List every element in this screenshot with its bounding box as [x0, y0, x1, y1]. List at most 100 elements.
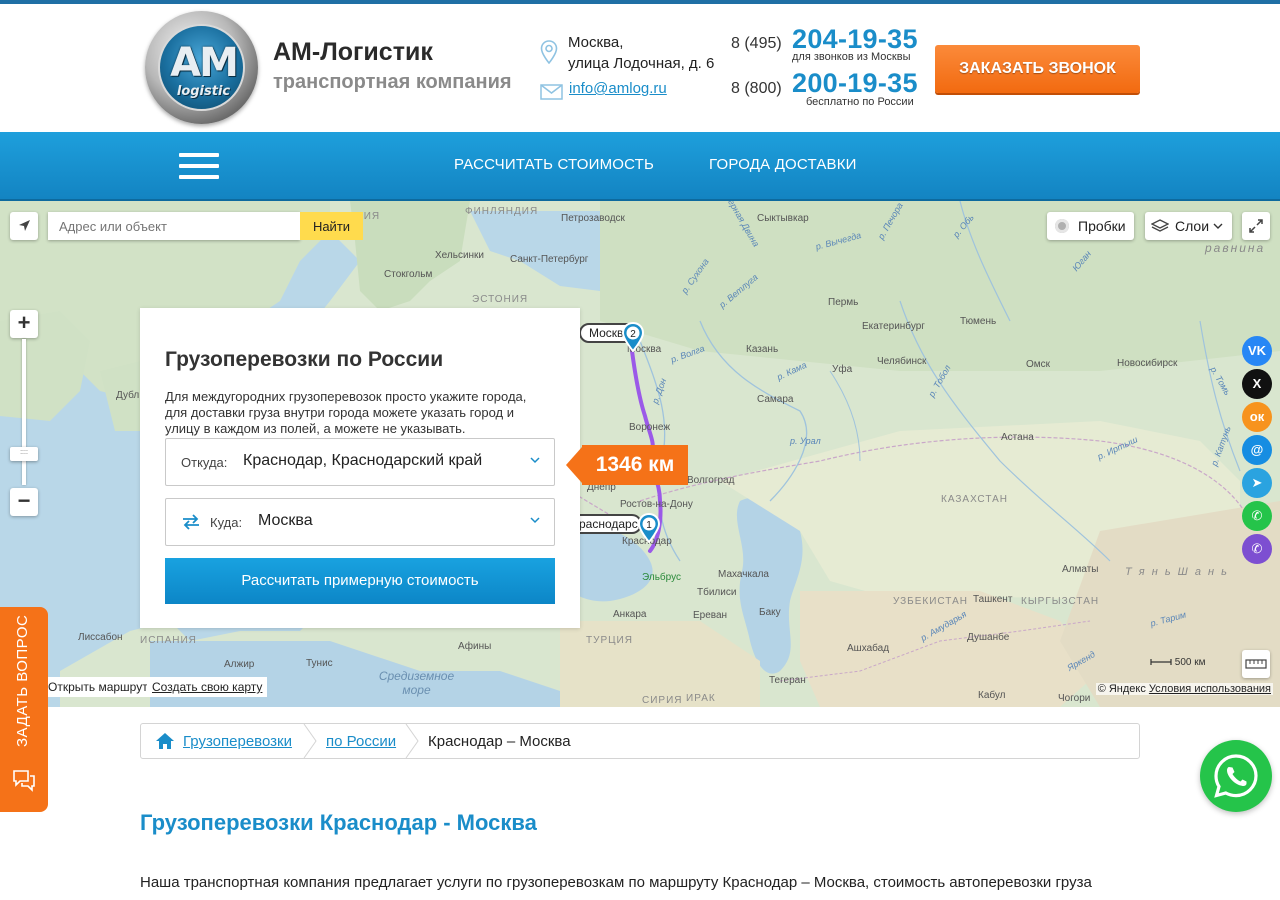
map-label: Ереван	[693, 610, 728, 621]
fullscreen-button[interactable]	[1242, 212, 1270, 240]
swap-icon[interactable]	[180, 512, 202, 532]
chat-bubbles-icon	[13, 770, 35, 792]
map-label: КАЗАХСТАН	[941, 494, 1008, 505]
layers-button[interactable]: Слои	[1145, 212, 1232, 240]
ruler-icon	[1245, 659, 1267, 669]
map-label: Екатеринбург	[862, 321, 925, 332]
nav-calculate-cost[interactable]: РАССЧИТАТЬ СТОИМОСТЬ	[454, 156, 654, 173]
map-label: Челябинск	[877, 356, 927, 367]
traffic-icon	[1055, 219, 1069, 233]
to-field[interactable]: Куда: Москва	[165, 498, 555, 546]
map-label: Петрозаводск	[561, 213, 625, 224]
geolocation-button[interactable]	[10, 212, 38, 240]
route-panel-title: Грузоперевозки по России	[165, 348, 444, 371]
map-label: Ташкент	[973, 594, 1013, 605]
phone2-note: бесплатно по России	[806, 96, 914, 108]
map-label: Алжир	[224, 659, 255, 670]
breadcrumb-item[interactable]: Грузоперевозки	[183, 733, 292, 750]
map-label: ИРАК	[686, 693, 716, 704]
phone1-note: для звонков из Москвы	[792, 51, 911, 63]
address: Москва, улица Лодочная, д. 6	[568, 32, 714, 74]
map-label: Тегеран	[769, 675, 806, 686]
from-field[interactable]: Откуда: Краснодар, Краснодарский край	[165, 438, 555, 486]
zoom-out-button[interactable]: −	[10, 488, 38, 516]
map-label: Лиссабон	[78, 632, 123, 643]
map-label: Баку	[759, 607, 781, 618]
chevron-down-icon	[530, 517, 540, 524]
map-label: Новосибирск	[1117, 358, 1178, 369]
map-marker-origin[interactable]: 1	[637, 513, 661, 543]
scale-bar-icon	[1150, 659, 1172, 666]
map-label: Волгоград	[687, 475, 735, 486]
map-label: Кабул	[978, 690, 1006, 701]
map-label: КЫРГЫЗСТАН	[1021, 596, 1100, 607]
map-label: р. Урал	[790, 436, 821, 446]
zoom-in-button[interactable]: +	[10, 310, 38, 338]
map-label: Астана	[1001, 432, 1034, 443]
address-city: Москва,	[568, 34, 624, 51]
main-nav: РАССЧИТАТЬ СТОИМОСТЬ ГОРОДА ДОСТАВКИ	[0, 132, 1280, 201]
traffic-button[interactable]: Пробки	[1047, 212, 1134, 240]
ask-question-tab[interactable]: ЗАДАТЬ ВОПРОС	[0, 607, 48, 812]
map-label: Душанбе	[967, 632, 1010, 643]
viber-icon[interactable]: ✆	[1242, 534, 1272, 564]
phone1-prefix: 8 (495)	[731, 35, 782, 52]
phone2-number[interactable]: 200-19-35	[792, 68, 918, 99]
map-label: СИРИЯ	[642, 695, 683, 706]
from-label: Откуда:	[181, 455, 228, 470]
logo[interactable]: AM logistic	[145, 11, 258, 124]
map-search-input[interactable]	[48, 212, 300, 240]
map-label: ФИНЛЯНДИЯ	[465, 206, 539, 217]
zoom-slider-track[interactable]	[22, 339, 26, 485]
address-street: улица Лодочная, д. 6	[568, 55, 715, 72]
to-label: Куда:	[210, 515, 243, 530]
whatsapp-floating-button[interactable]	[1200, 740, 1272, 812]
terms-link[interactable]: Условия использования	[1149, 683, 1271, 695]
page-title: Грузоперевозки Краснодар - Москва	[140, 810, 537, 835]
breadcrumb-item[interactable]: по России	[326, 733, 396, 750]
map-label: Тбилиси	[697, 587, 737, 598]
telegram-icon[interactable]: ➤	[1242, 468, 1272, 498]
callback-button[interactable]: ЗАКАЗАТЬ ЗВОНОК	[935, 45, 1140, 93]
copyright-text: © Яндекс	[1097, 683, 1146, 695]
whatsapp-icon[interactable]: ✆	[1242, 501, 1272, 531]
map-marker-destination[interactable]: 2	[621, 322, 645, 352]
chevron-down-icon	[530, 457, 540, 464]
map-label: Средиземное море	[378, 669, 455, 697]
create-map-link[interactable]: Создать свою карту	[147, 677, 268, 697]
location-pin-icon	[540, 40, 558, 64]
mail-ru-icon[interactable]: @	[1242, 435, 1272, 465]
email-link[interactable]: info@amlog.ru	[569, 80, 667, 97]
odnoklassniki-icon[interactable]: ок	[1242, 402, 1272, 432]
from-value[interactable]: Краснодар, Краснодарский край	[243, 452, 482, 470]
map-copyright: © Яндекс Условия использования	[1095, 683, 1273, 695]
map-label: Казань	[746, 344, 779, 355]
logo-emblem: AM logistic	[158, 24, 245, 111]
phone2-prefix: 8 (800)	[731, 80, 782, 97]
map-label: Хельсинки	[435, 250, 485, 261]
to-value[interactable]: Москва	[258, 512, 313, 530]
map-label: Стокгольм	[384, 269, 433, 280]
map-label: Тунис	[306, 658, 333, 669]
brand-title: АМ-Логистик	[273, 38, 433, 66]
calculate-cost-button[interactable]: Рассчитать примерную стоимость	[165, 558, 555, 604]
map-label: Ашхабад	[847, 643, 890, 654]
home-icon[interactable]	[155, 732, 175, 750]
map-label: Воронеж	[629, 422, 671, 433]
map-label: УЗБЕКИСТАН	[893, 596, 968, 607]
open-route-link[interactable]: Открыть маршрут	[40, 677, 156, 697]
map-label: Самара	[757, 394, 794, 405]
map-label: Сыктывкар	[757, 213, 809, 224]
ruler-button[interactable]	[1242, 650, 1270, 678]
breadcrumb-separator	[303, 724, 317, 758]
route-map[interactable]: ФИНЛЯНДИЯ ВЕЦИЯ Хельсинки Санкт-Петербур…	[0, 201, 1280, 707]
vk-icon[interactable]: VK	[1242, 336, 1272, 366]
map-find-button[interactable]: Найти	[300, 212, 363, 240]
nav-delivery-cities[interactable]: ГОРОДА ДОСТАВКИ	[709, 156, 857, 173]
zoom-slider-handle[interactable]: ::::	[10, 447, 38, 461]
map-label: Ростов-на-Дону	[620, 499, 693, 510]
menu-icon[interactable]	[179, 153, 219, 179]
map-label: Т я н ь Ш а н ь	[1125, 566, 1229, 578]
x-icon[interactable]: X	[1242, 369, 1272, 399]
expand-icon	[1249, 219, 1263, 233]
